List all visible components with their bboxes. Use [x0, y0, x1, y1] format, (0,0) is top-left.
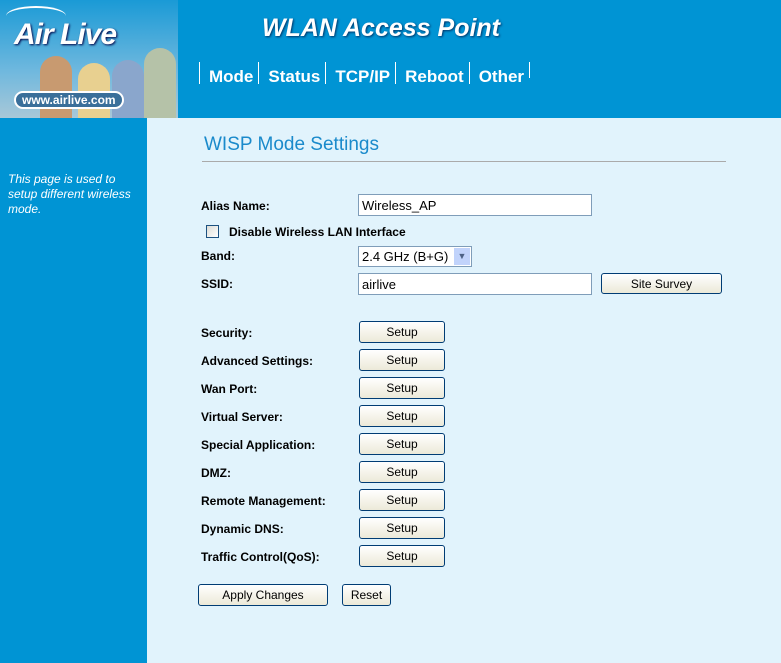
setting-label: Traffic Control(QoS):: [201, 550, 320, 564]
setting-label: Special Application:: [201, 438, 316, 452]
app-title: WLAN Access Point: [262, 14, 501, 42]
logo-brand: Air Live: [14, 18, 117, 51]
setup-button[interactable]: Setup: [359, 461, 445, 483]
setup-button[interactable]: Setup: [359, 405, 445, 427]
disable-wlan-checkbox[interactable]: [206, 225, 219, 238]
airlive-logo: Air Live www.airlive.com: [0, 0, 178, 118]
setup-button[interactable]: Setup: [359, 433, 445, 455]
setup-button[interactable]: Setup: [359, 517, 445, 539]
logo-url: www.airlive.com: [14, 91, 124, 109]
sidebar-description: This page is used to setup different wir…: [8, 172, 131, 216]
nav-other[interactable]: Other: [468, 62, 529, 86]
setting-label: Dynamic DNS:: [201, 522, 284, 536]
disable-wlan-label: Disable Wireless LAN Interface: [229, 225, 406, 239]
setup-button[interactable]: Setup: [359, 349, 445, 371]
divider: [202, 161, 726, 162]
setting-label: Virtual Server:: [201, 410, 283, 424]
setting-label: Advanced Settings:: [201, 354, 314, 368]
reset-button[interactable]: Reset: [342, 584, 391, 606]
apply-changes-button[interactable]: Apply Changes: [198, 584, 328, 606]
site-survey-button[interactable]: Site Survey: [601, 273, 722, 294]
setting-label: Security:: [201, 326, 253, 340]
chevron-down-icon[interactable]: ▼: [454, 248, 470, 265]
photo-person: [144, 48, 176, 118]
setting-label: Remote Management:: [201, 494, 326, 508]
band-value: 2.4 GHz (B+G): [362, 249, 449, 264]
ssid-input[interactable]: [358, 273, 592, 295]
nav-tcpip[interactable]: TCP/IP: [325, 62, 395, 86]
alias-label: Alias Name:: [201, 199, 270, 213]
nav-reboot[interactable]: Reboot: [395, 62, 469, 86]
setup-button[interactable]: Setup: [359, 377, 445, 399]
nav-divider: [529, 62, 531, 78]
nav-mode[interactable]: Mode: [199, 62, 258, 86]
photo-person: [112, 60, 144, 118]
setup-button[interactable]: Setup: [359, 545, 445, 567]
alias-name-input[interactable]: [358, 194, 592, 216]
header: Air Live www.airlive.com WLAN Access Poi…: [0, 0, 781, 118]
band-select[interactable]: 2.4 GHz (B+G) ▼: [358, 246, 472, 267]
ssid-label: SSID:: [201, 277, 234, 291]
setup-button[interactable]: Setup: [359, 489, 445, 511]
setting-label: DMZ:: [201, 466, 231, 480]
main-nav: Mode Status TCP/IP Reboot Other: [199, 62, 531, 86]
nav-status[interactable]: Status: [258, 62, 325, 86]
setup-button[interactable]: Setup: [359, 321, 445, 343]
setting-label: Wan Port:: [201, 382, 258, 396]
band-label: Band:: [201, 249, 235, 263]
main-content: WISP Mode Settings Alias Name: Disable W…: [147, 118, 781, 663]
page-title: WISP Mode Settings: [204, 134, 379, 155]
